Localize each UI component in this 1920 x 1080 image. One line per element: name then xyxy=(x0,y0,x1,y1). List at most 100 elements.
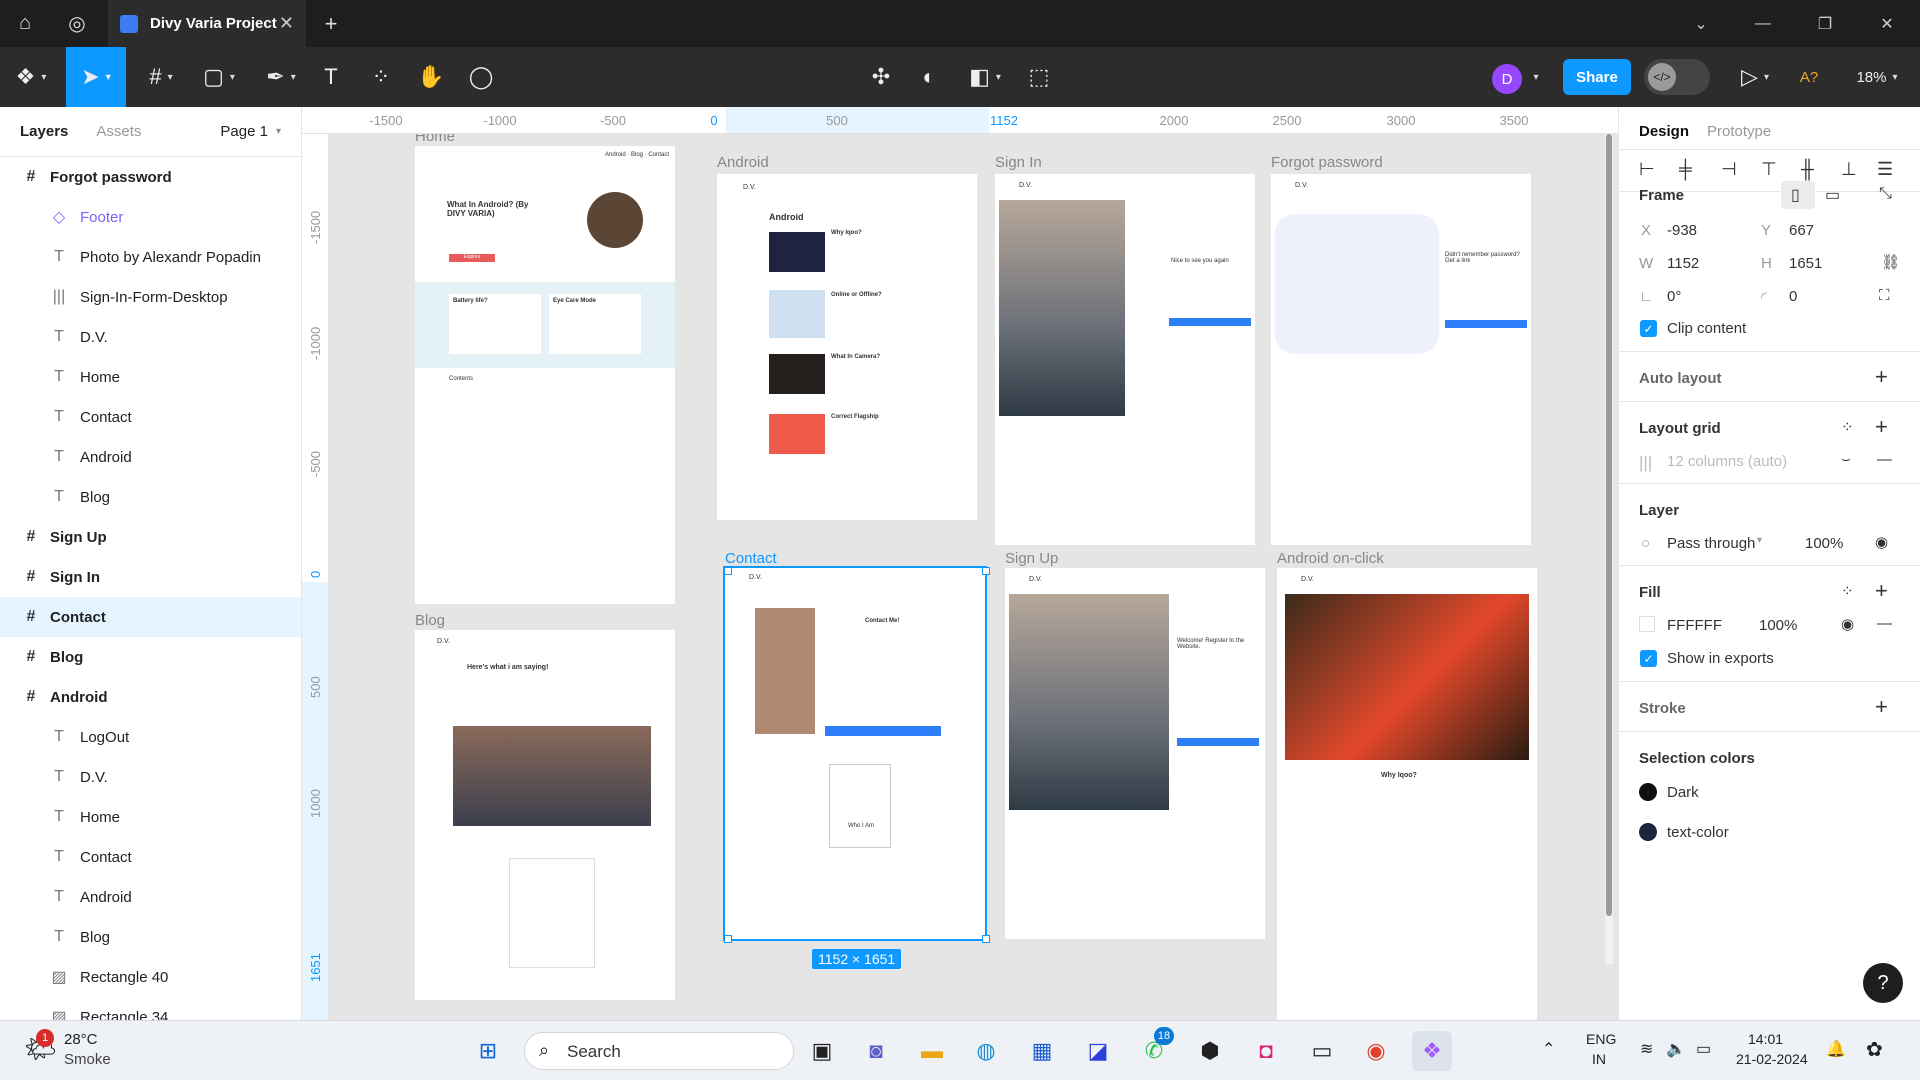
edge-icon[interactable]: ◍ xyxy=(966,1031,1006,1071)
frame-label-signup[interactable]: Sign Up xyxy=(1005,550,1058,567)
radius-input[interactable]: 0 xyxy=(1789,288,1797,305)
hand-tool[interactable]: ✋ xyxy=(416,47,446,107)
start-button[interactable]: ⊞ xyxy=(468,1031,508,1071)
add-grid-icon[interactable]: + xyxy=(1875,414,1888,440)
canvas-scrollbar-track[interactable] xyxy=(1605,134,1613,964)
tab-design[interactable]: Design xyxy=(1639,123,1689,140)
cube-app-icon[interactable]: ⬢ xyxy=(1190,1031,1230,1071)
eye-icon[interactable]: ◉ xyxy=(1841,615,1854,633)
add-auto-layout-icon[interactable]: + xyxy=(1875,364,1888,390)
align-bottom-icon[interactable]: ⊥ xyxy=(1841,159,1857,180)
hide-grid-icon[interactable]: ⌣ xyxy=(1841,451,1851,468)
restore-button[interactable]: ❐ xyxy=(1794,0,1856,47)
resize-handle[interactable] xyxy=(724,935,732,943)
move-tool[interactable]: ➤ ▾ xyxy=(66,47,126,107)
layer-row[interactable]: T Android xyxy=(0,877,301,917)
share-button[interactable]: Share xyxy=(1563,59,1631,95)
tab-prototype[interactable]: Prototype xyxy=(1707,123,1771,140)
file-tab[interactable]: Divy Varia Project ✕ xyxy=(108,0,306,47)
task-view-icon[interactable]: ▣ xyxy=(802,1031,842,1071)
frame-tool[interactable]: # ▾ xyxy=(138,47,184,107)
layer-opacity-input[interactable]: 100% xyxy=(1805,535,1843,552)
layer-row[interactable]: ||| Sign-In-Form-Desktop xyxy=(0,277,301,317)
home-icon[interactable]: ⌂ xyxy=(2,0,48,47)
page-selector[interactable]: Page 1 xyxy=(220,123,268,140)
y-input[interactable]: 667 xyxy=(1789,222,1814,239)
fill-opacity-input[interactable]: 100% xyxy=(1759,617,1797,634)
layer-row[interactable]: ◇ Footer xyxy=(0,197,301,237)
layer-row[interactable]: T D.V. xyxy=(0,317,301,357)
grid-value[interactable]: 12 columns (auto) xyxy=(1667,453,1787,470)
chrome-icon[interactable]: ◉ xyxy=(1356,1031,1396,1071)
copilot-icon[interactable]: ✿ xyxy=(1866,1037,1883,1062)
canvas[interactable]: Home Android · Blog · Contact What In An… xyxy=(329,134,1618,1020)
clip-content-checkbox[interactable]: ✓ xyxy=(1640,320,1657,337)
volume-icon[interactable]: 🔈 xyxy=(1666,1039,1686,1059)
layer-row[interactable]: # Forgot password xyxy=(0,157,301,197)
frame-label-contact[interactable]: Contact xyxy=(725,550,777,567)
resize-to-fit-icon[interactable]: ⤡ xyxy=(1879,185,1892,203)
globe-icon[interactable]: ◎ xyxy=(54,0,100,47)
app-icon[interactable]: ◪ xyxy=(1078,1031,1118,1071)
clock-date[interactable]: 21-02-2024 xyxy=(1736,1051,1808,1067)
align-center-icon[interactable]: ╪ xyxy=(1679,159,1692,180)
frame-forgot[interactable]: D.V. Didn't remember password? Get a lin… xyxy=(1271,174,1531,545)
store-icon[interactable]: ▦ xyxy=(1022,1031,1062,1071)
weather-text[interactable]: Smoke xyxy=(64,1051,111,1068)
distribute-icon[interactable]: ☰ xyxy=(1877,159,1893,180)
chevron-up-icon[interactable]: ⌃ xyxy=(1542,1039,1555,1059)
width-input[interactable]: 1152 xyxy=(1667,255,1699,272)
battery-icon[interactable]: ▭ xyxy=(1696,1039,1711,1059)
frame-blog[interactable]: D.V. Here's what i am saying! xyxy=(415,630,675,1000)
blend-mode-select[interactable]: Pass through xyxy=(1667,535,1755,552)
remove-fill-icon[interactable]: — xyxy=(1877,615,1892,632)
chevron-down-icon[interactable]: ▾ xyxy=(1757,535,1762,546)
main-menu-button[interactable]: ❖ ▾ xyxy=(8,47,54,107)
temperature[interactable]: 28°C xyxy=(64,1031,98,1048)
notification-bell-icon[interactable]: 🔔 xyxy=(1826,1039,1846,1059)
show-in-exports-checkbox[interactable]: ✓ xyxy=(1640,650,1657,667)
zoom-control[interactable]: 18% ▾ xyxy=(1850,47,1904,107)
layer-row[interactable]: T Home xyxy=(0,797,301,837)
fill-swatch[interactable] xyxy=(1639,616,1655,632)
frame-android[interactable]: D.V. Android Why Iqoo? Online or Offline… xyxy=(717,174,977,520)
close-tab-icon[interactable]: ✕ xyxy=(279,13,294,34)
layer-row[interactable]: T Home xyxy=(0,357,301,397)
frame-label-android-click[interactable]: Android on-click xyxy=(1277,550,1384,567)
layer-row[interactable]: # Android xyxy=(0,677,301,717)
layer-row[interactable]: T Android xyxy=(0,437,301,477)
terminal-icon[interactable]: ▭ xyxy=(1302,1031,1342,1071)
instagram-icon[interactable]: ◘ xyxy=(1246,1031,1286,1071)
height-input[interactable]: 1651 xyxy=(1789,255,1822,272)
grid-styles-icon[interactable]: ⁘ xyxy=(1841,418,1854,436)
pen-tool[interactable]: ✒ ▾ xyxy=(258,47,304,107)
help-button[interactable]: ? xyxy=(1863,963,1903,1003)
align-right-icon[interactable]: ⊣ xyxy=(1721,159,1737,180)
eye-icon[interactable]: ◉ xyxy=(1875,533,1888,551)
frame-label-android[interactable]: Android xyxy=(717,154,769,171)
frame-label-home[interactable]: Home xyxy=(415,134,455,145)
present-button[interactable]: ▷ ▾ xyxy=(1732,47,1778,107)
frame-label-signin[interactable]: Sign In xyxy=(995,154,1042,171)
language-region[interactable]: IN xyxy=(1592,1051,1606,1067)
add-stroke-icon[interactable]: + xyxy=(1875,694,1888,720)
remove-grid-icon[interactable]: — xyxy=(1877,451,1892,468)
layer-row[interactable]: T LogOut xyxy=(0,717,301,757)
chevron-down-icon[interactable]: ▾ xyxy=(276,126,281,137)
resize-handle[interactable] xyxy=(982,935,990,943)
align-left-icon[interactable]: ⊢ xyxy=(1639,159,1655,180)
component-button[interactable]: ✣ xyxy=(866,47,896,107)
layer-row[interactable]: # Blog xyxy=(0,637,301,677)
avatar[interactable]: D xyxy=(1492,64,1522,94)
resources-tool[interactable]: ⁘ xyxy=(366,47,396,107)
color-swatch[interactable] xyxy=(1639,783,1657,801)
minimize-button[interactable]: — xyxy=(1732,0,1794,47)
frame-home[interactable]: Android · Blog · Contact What In Android… xyxy=(415,146,675,604)
avatar-dropdown[interactable]: ▾ xyxy=(1526,47,1546,107)
canvas-scrollbar-thumb[interactable] xyxy=(1606,134,1612,916)
layer-row[interactable]: T D.V. xyxy=(0,757,301,797)
color-swatch[interactable] xyxy=(1639,823,1657,841)
layer-row[interactable]: # Sign In xyxy=(0,557,301,597)
frame-label-blog[interactable]: Blog xyxy=(415,612,445,629)
fill-styles-icon[interactable]: ⁘ xyxy=(1841,582,1854,600)
